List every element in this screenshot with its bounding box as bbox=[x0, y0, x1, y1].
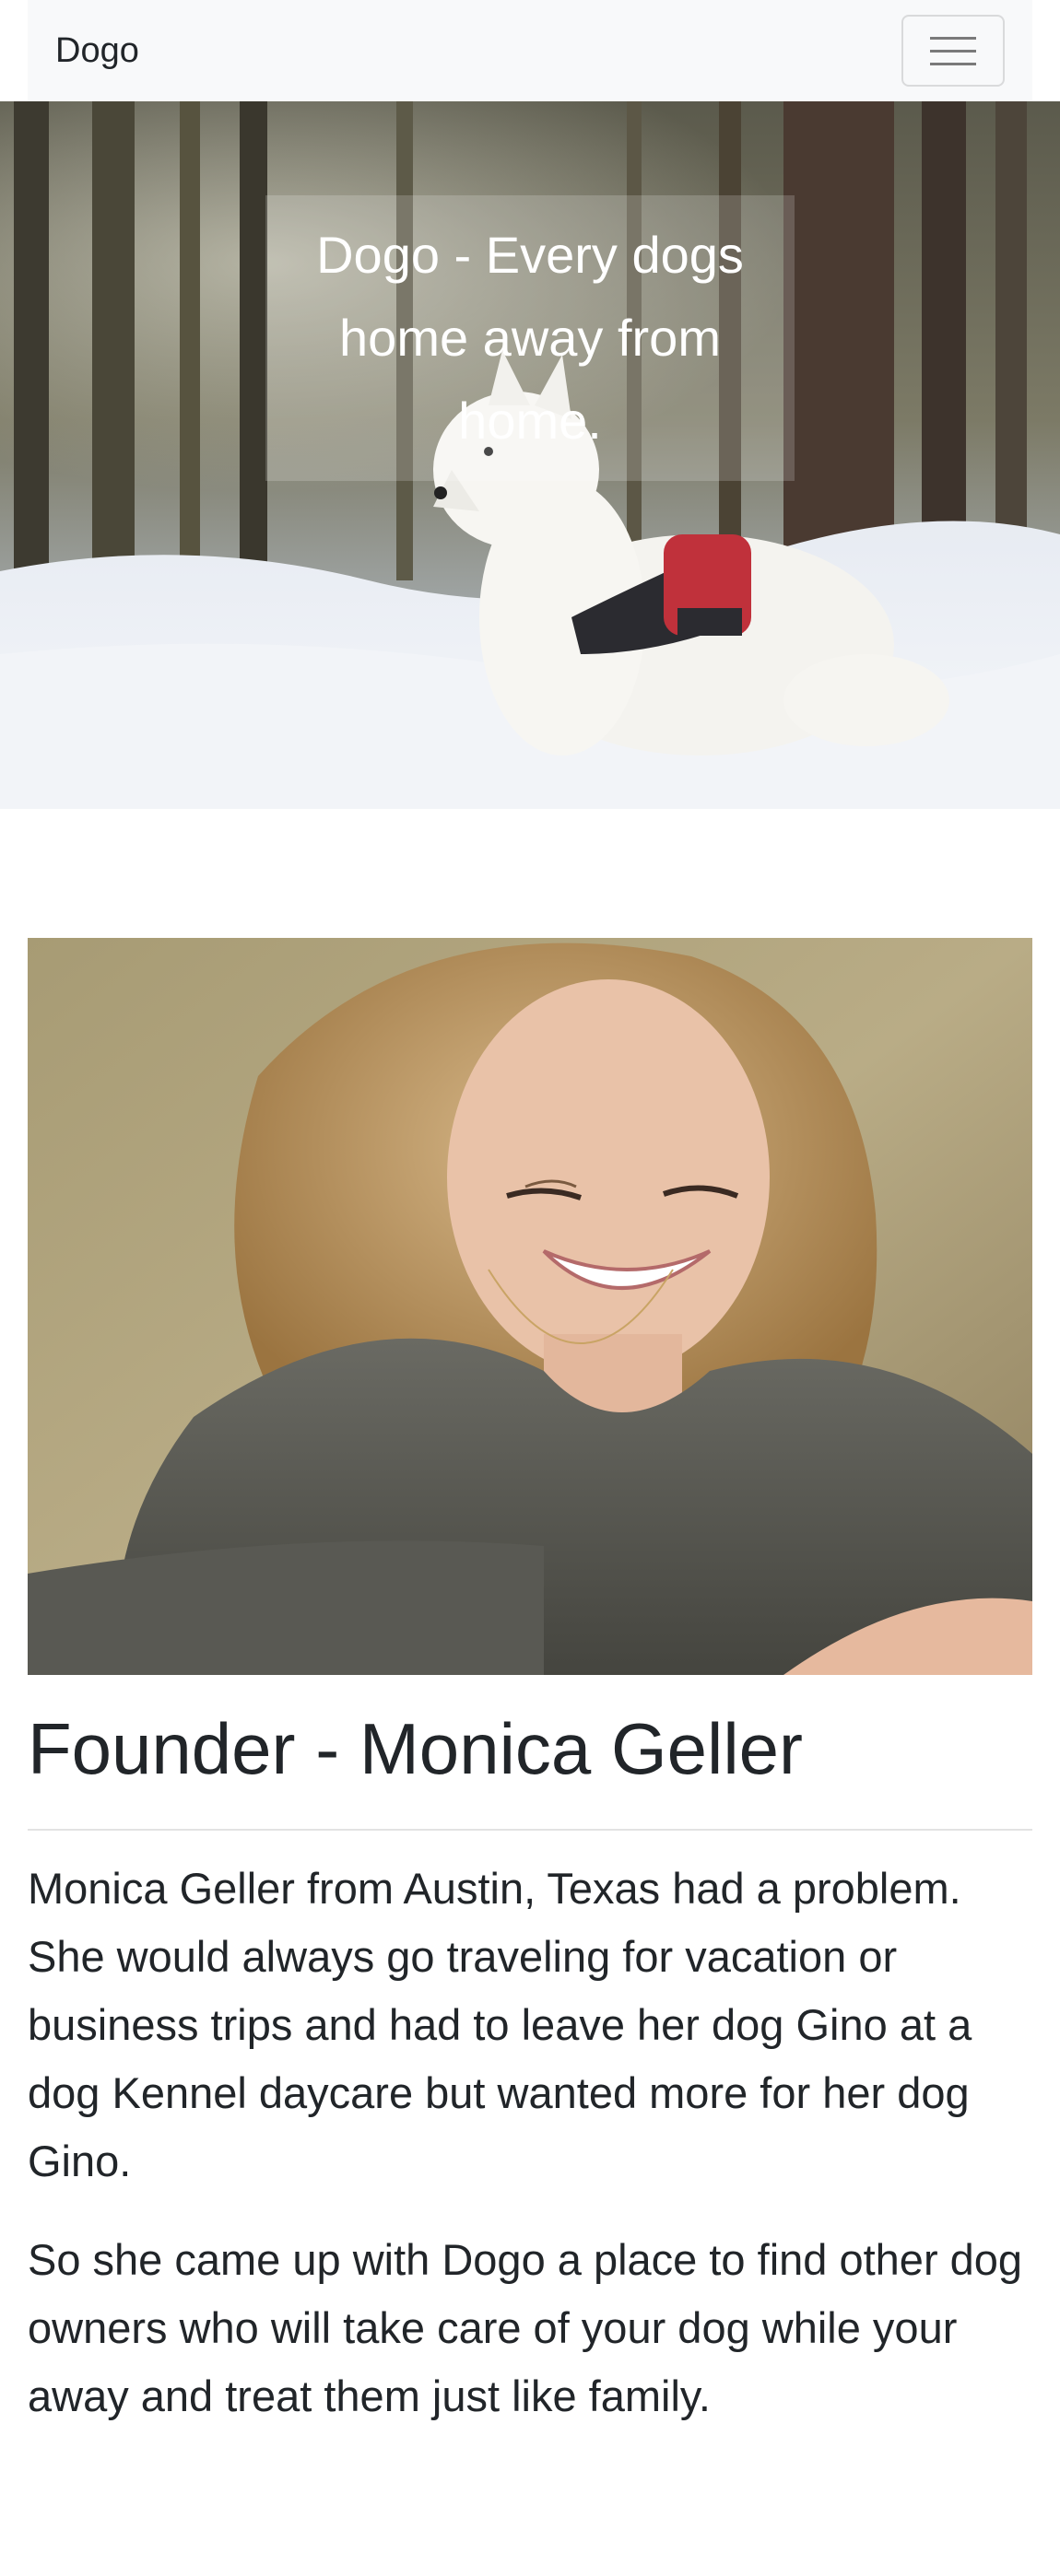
founder-photo bbox=[28, 938, 1032, 1675]
section-divider bbox=[28, 1829, 1032, 1831]
hero-caption: Dogo - Every dogs home away from home. bbox=[265, 195, 795, 481]
hero-banner: Dogo - Every dogs home away from home. bbox=[0, 101, 1060, 809]
navbar-brand[interactable]: Dogo bbox=[55, 31, 139, 71]
navbar-toggler-button[interactable] bbox=[901, 15, 1005, 87]
founder-paragraph: So she came up with Dogo a place to find… bbox=[28, 2235, 1023, 2420]
hamburger-menu-icon-line bbox=[930, 49, 976, 53]
founder-image bbox=[28, 938, 1032, 1675]
hamburger-menu-icon bbox=[930, 36, 976, 40]
navbar: Dogo bbox=[28, 0, 1032, 101]
founder-paragraph: Monica Geller from Austin, Texas had a p… bbox=[28, 1864, 972, 2185]
founder-title: Founder - Monica Geller bbox=[28, 1708, 804, 1789]
hamburger-menu-icon-line bbox=[930, 62, 976, 65]
